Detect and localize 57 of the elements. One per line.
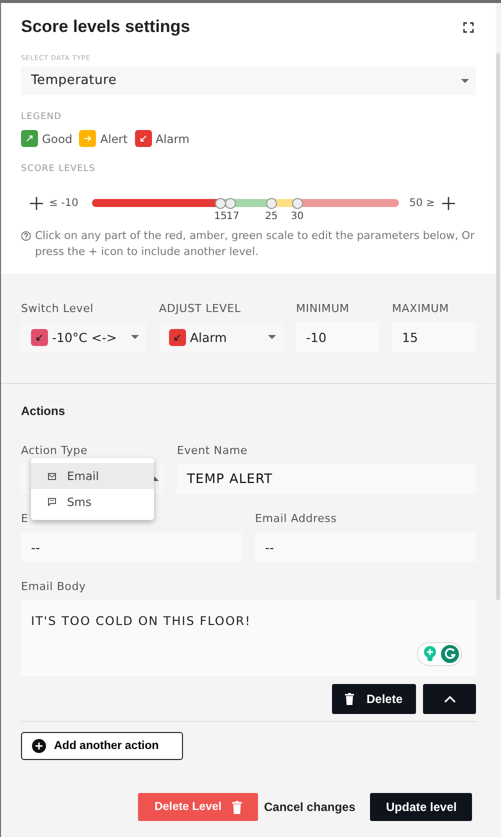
menu-item[interactable]: Email [31, 463, 154, 489]
menu-item[interactable]: Sms [31, 489, 154, 515]
refresh-icon [441, 645, 459, 663]
threshold-value: 15 [214, 211, 227, 223]
caret-icon [268, 335, 276, 339]
field-label: Action Type [21, 444, 89, 457]
number-field[interactable]: 15 [392, 322, 476, 352]
bulb-icon [423, 646, 437, 662]
plus-circle-icon [32, 739, 46, 753]
email-body-field[interactable]: IT'S TOO COLD ON THIS FLOOR! [21, 600, 476, 676]
field-label: MAXIMUM [392, 302, 450, 315]
slider-handle[interactable] [292, 198, 303, 208]
help-text: Click on any part of the red, amber, green scale to edit the parameters below, Or press the + icon to include another level. [35, 228, 476, 260]
delete-button[interactable]: Delete [332, 684, 416, 714]
assistant-badge[interactable] [417, 642, 462, 666]
text-field[interactable]: -- [255, 532, 476, 562]
field-label: E [21, 512, 30, 525]
add-icon[interactable] [442, 196, 455, 210]
fullscreen-icon[interactable] [463, 22, 474, 32]
slider-handle[interactable] [266, 198, 277, 208]
event-name-field[interactable]: TEMP ALERT [177, 464, 476, 494]
field-label: Event Name [177, 444, 248, 457]
chat-icon [48, 498, 56, 506]
trash-icon [345, 693, 354, 705]
section-label: SCORE LEVELS [21, 164, 96, 174]
dialog-title: Score levels settings [21, 17, 190, 37]
number-field[interactable]: -10 [296, 322, 379, 352]
trash-icon [232, 800, 242, 814]
field-label: Switch Level [21, 302, 95, 315]
field-label: ADJUST LEVEL [159, 302, 242, 315]
score-scale[interactable] [92, 199, 400, 207]
help-icon [21, 231, 31, 241]
slider-handle[interactable] [224, 198, 236, 208]
add-action-button[interactable]: Add another action [21, 732, 183, 760]
field-label: Email Address [255, 512, 338, 525]
threshold-value: 25 [265, 211, 278, 223]
update-level-button[interactable]: Update level [370, 793, 472, 821]
threshold-value: 30 [290, 211, 304, 223]
legend-label: Good [42, 132, 72, 146]
threshold-value: 17 [226, 211, 240, 223]
legend-label: Alert [100, 132, 128, 146]
section-label: LEGEND [21, 112, 62, 122]
cancel-button[interactable]: Cancel changes [258, 800, 362, 814]
range-max-label: 50 ≥ [409, 197, 435, 209]
field-label: MINIMUM [296, 302, 350, 315]
field-label: Email Body [21, 580, 86, 593]
data-type-select[interactable]: Temperature [21, 66, 476, 95]
caret-icon [461, 78, 469, 82]
slider-handle[interactable] [214, 198, 226, 208]
add-icon[interactable] [30, 196, 43, 210]
section-title: Actions [21, 404, 66, 418]
caret-icon [131, 335, 139, 339]
chevron-up-icon [444, 696, 456, 702]
text-field[interactable]: -- [21, 532, 242, 562]
envelope-icon [48, 472, 56, 480]
legend-label: Alarm [156, 132, 190, 146]
range-min-label: ≤ -10 [49, 197, 78, 209]
